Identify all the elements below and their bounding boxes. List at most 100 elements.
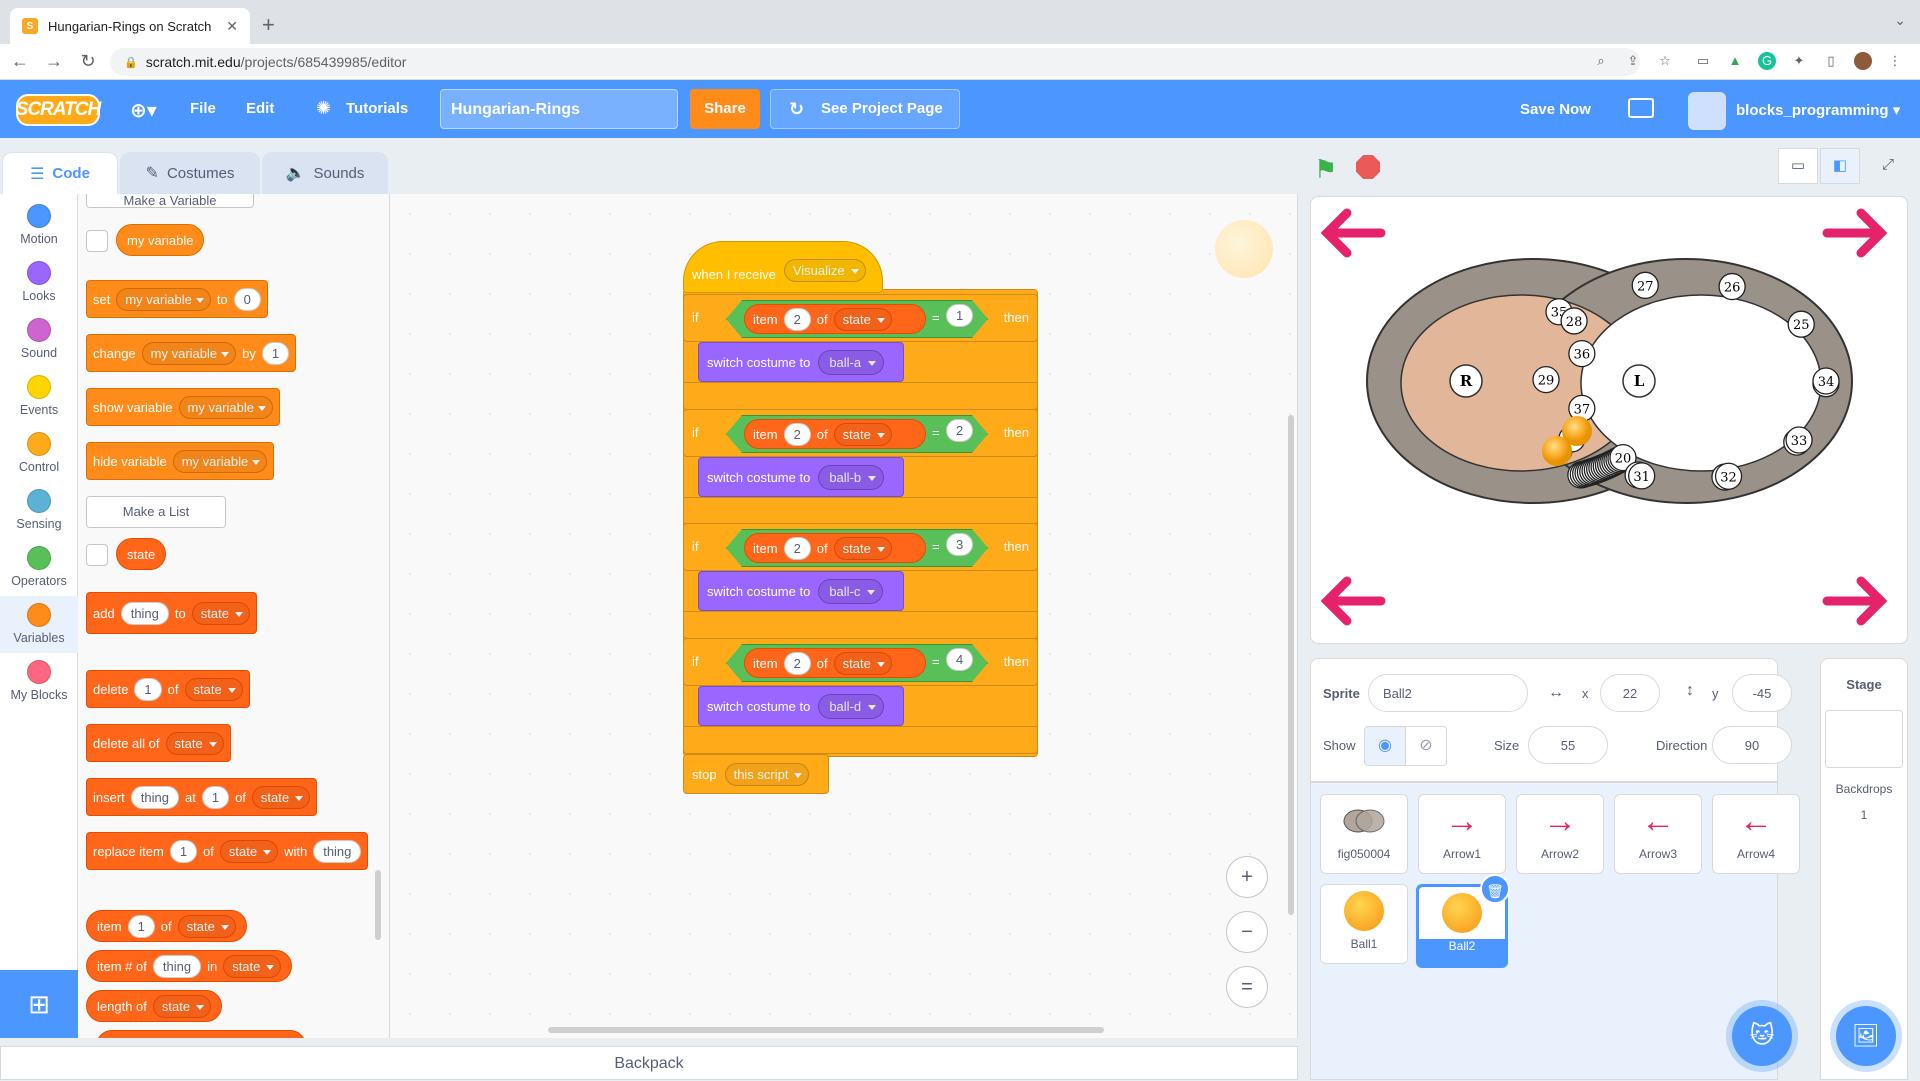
workspace-horizontal-scrollbar[interactable] — [548, 1027, 1104, 1033]
variable-dropdown[interactable]: my variable — [141, 341, 237, 365]
item-input[interactable]: thing — [313, 839, 362, 863]
sprite-thumb-arrow4[interactable]: ← Arrow4 — [1712, 794, 1800, 874]
stop-block[interactable]: stop this script — [683, 754, 829, 794]
sprite-thumb-arrow3[interactable]: ← Arrow3 — [1614, 794, 1702, 874]
zoom-in-button[interactable]: + — [1226, 856, 1268, 898]
index-input[interactable]: 1 — [169, 839, 198, 863]
compare-value-input[interactable]: 1 — [946, 304, 974, 327]
switch-costume-block[interactable]: switch costume to ball-d — [698, 686, 904, 726]
sprite-thumb-ball1[interactable]: Ball1 — [1320, 884, 1408, 964]
size-input[interactable]: 55 — [1528, 726, 1608, 764]
category-operators[interactable]: Operators — [0, 546, 78, 588]
index-input[interactable]: 1 — [134, 677, 162, 701]
workspace-vertical-scrollbar[interactable] — [1288, 415, 1294, 915]
arrow-bottom-right-icon[interactable] — [1822, 576, 1888, 626]
item-of-reporter[interactable]: item 2 of state — [744, 533, 926, 563]
palette-scrollbar[interactable] — [375, 870, 381, 940]
arrow-top-right-icon[interactable] — [1822, 208, 1888, 258]
list-dropdown[interactable]: state — [223, 954, 282, 978]
list-checkbox[interactable] — [86, 544, 108, 566]
globe-icon[interactable]: ⊕▾ — [130, 98, 157, 123]
share-page-icon[interactable]: ⇪ — [1624, 52, 1642, 70]
account-menu[interactable]: blocks_programming ▾ — [1736, 101, 1900, 119]
my-stuff-folder-icon[interactable] — [1628, 98, 1654, 118]
kebab-menu-icon[interactable]: ⋮ — [1886, 52, 1904, 70]
normal-stage-icon[interactable]: ◧ — [1820, 148, 1860, 184]
stage-canvas[interactable]: R L 123456789101112131415161718192035363… — [1310, 196, 1908, 644]
insert-at-block[interactable]: insert thing at 1 of state — [86, 778, 318, 816]
sprite-thumb-fig050004[interactable]: fig050004 — [1320, 794, 1408, 874]
stop-option-dropdown[interactable]: this script — [724, 762, 810, 786]
category-control[interactable]: Control — [0, 432, 78, 474]
close-tab-icon[interactable]: ✕ — [226, 18, 238, 35]
hide-variable-block[interactable]: hide variable my variable — [86, 442, 275, 480]
user-avatar[interactable] — [1688, 92, 1726, 130]
category-looks[interactable]: Looks — [0, 261, 78, 303]
address-bar[interactable]: 🔒 scratch.mit.edu/projects/685439985/edi… — [110, 48, 1640, 76]
set-variable-block[interactable]: set my variable to 0 — [86, 280, 268, 318]
edit-menu[interactable]: Edit — [246, 100, 274, 117]
tab-code[interactable]: ☰ Code — [2, 152, 118, 194]
if-block-1[interactable]: if item 2 of state = 1 then — [683, 294, 1038, 342]
list-dropdown[interactable]: state — [219, 839, 279, 863]
list-dropdown[interactable]: state — [833, 307, 892, 331]
backdrop-thumbnail[interactable] — [1825, 710, 1903, 768]
item-number-reporter[interactable]: item # of thing in state — [86, 950, 293, 982]
choose-backdrop-icon[interactable]: 🖼 — [1836, 1006, 1896, 1066]
message-dropdown[interactable]: Visualize — [783, 259, 866, 282]
if-block-3[interactable]: if item 2 of state = 3 then — [683, 523, 1038, 571]
index-input[interactable]: 2 — [783, 536, 811, 560]
index-input[interactable]: 1 — [127, 914, 155, 938]
list-dropdown[interactable]: state — [833, 651, 892, 675]
list-dropdown[interactable]: state — [833, 422, 892, 446]
item-input[interactable]: thing — [120, 601, 169, 625]
delete-of-list-block[interactable]: delete 1 of state — [86, 670, 250, 708]
switch-costume-block[interactable]: switch costume to ball-b — [698, 457, 904, 497]
bookmark-star-icon[interactable]: ☆ — [1656, 52, 1674, 70]
length-of-reporter[interactable]: length of state — [86, 990, 223, 1022]
compare-value-input[interactable]: 4 — [946, 648, 974, 671]
choose-sprite-cat-icon[interactable]: 🐱 — [1732, 1006, 1792, 1066]
category-events[interactable]: Events — [0, 375, 78, 417]
item-of-reporter[interactable]: item 2 of state — [744, 648, 926, 678]
sprite-thumb-arrow1[interactable]: → Arrow1 — [1418, 794, 1506, 874]
index-input[interactable]: 2 — [783, 651, 811, 675]
scratch-logo[interactable]: SCRATCH — [16, 94, 101, 126]
small-stage-icon[interactable]: ▭ — [1778, 148, 1818, 184]
sprite-thumb-arrow2[interactable]: → Arrow2 — [1516, 794, 1604, 874]
costume-dropdown[interactable]: ball-c — [818, 578, 884, 604]
list-dropdown[interactable]: state — [165, 731, 224, 755]
profile-avatar[interactable] — [1854, 52, 1872, 70]
chevron-down-icon[interactable]: ⌄ — [1894, 12, 1906, 29]
if-block-2[interactable]: if item 2 of state = 2 then — [683, 409, 1038, 457]
switch-costume-block[interactable]: switch costume to ball-c — [698, 571, 904, 611]
replace-item-block[interactable]: replace item 1 of state with thing — [86, 832, 369, 870]
list-dropdown[interactable]: state — [191, 601, 250, 625]
category-motion[interactable]: Motion — [0, 204, 78, 246]
index-input[interactable]: 2 — [783, 422, 811, 446]
x-input[interactable]: 22 — [1600, 674, 1660, 712]
delete-all-block[interactable]: delete all of state — [86, 724, 231, 762]
when-i-receive-block[interactable]: when I receive Visualize — [683, 241, 883, 293]
value-input[interactable]: 0 — [233, 287, 261, 311]
my-variable-reporter[interactable]: my variable — [116, 224, 205, 256]
add-extension-button[interactable]: ⊞ — [0, 970, 78, 1038]
compare-value-input[interactable]: 2 — [946, 419, 974, 442]
index-input[interactable]: 1 — [201, 785, 230, 809]
variable-dropdown[interactable]: my variable — [178, 395, 273, 419]
variable-dropdown[interactable]: my variable — [172, 449, 268, 473]
list-dropdown[interactable]: state — [184, 677, 243, 701]
list-dropdown[interactable]: state — [251, 785, 311, 809]
new-tab-icon[interactable]: + — [262, 12, 275, 38]
drive-icon[interactable]: ▲ — [1726, 52, 1744, 70]
sprite-name-input[interactable]: Ball2 — [1368, 674, 1528, 712]
if-block-4[interactable]: if item 2 of state = 4 then — [683, 638, 1038, 686]
item-input[interactable]: thing — [130, 785, 179, 809]
compare-value-input[interactable]: 3 — [946, 533, 974, 556]
share-button[interactable]: Share — [690, 89, 760, 129]
tab-costumes[interactable]: ✎ Costumes — [120, 152, 260, 194]
reload-icon[interactable]: ↻ — [74, 51, 102, 72]
stop-sign-icon[interactable] — [1356, 155, 1380, 179]
item-of-list-reporter[interactable]: item 1 of state — [86, 910, 247, 942]
item-of-reporter[interactable]: item 2 of state — [744, 419, 926, 449]
